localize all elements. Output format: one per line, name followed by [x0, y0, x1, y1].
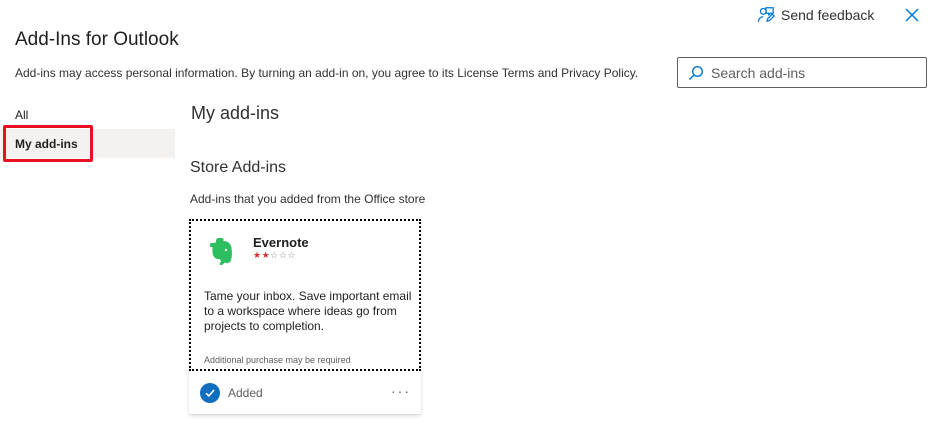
added-status-label: Added	[228, 385, 263, 400]
added-status-icon	[200, 382, 220, 403]
search-box[interactable]	[677, 57, 927, 88]
section-title: Store Add-ins	[190, 159, 287, 176]
addin-card-footer: Added ···	[189, 371, 421, 414]
sidebar-item-all[interactable]: All	[0, 100, 175, 129]
close-icon[interactable]	[903, 6, 921, 24]
addin-card-evernote[interactable]: Evernote ★★☆☆☆ Tame your inbox. Save imp…	[189, 219, 421, 414]
send-feedback-label: Send feedback	[781, 7, 875, 23]
sidebar-item-label: All	[15, 107, 29, 122]
addin-description: Tame your inbox. Save important email to…	[204, 289, 412, 333]
search-input[interactable]	[711, 64, 911, 81]
addin-name: Evernote	[253, 235, 309, 250]
rating-stars: ★★☆☆☆	[253, 250, 296, 260]
addin-card-body[interactable]: Evernote ★★☆☆☆ Tame your inbox. Save imp…	[189, 219, 421, 371]
star-filled-icon: ★	[261, 250, 271, 260]
feedback-person-icon	[757, 7, 775, 22]
section-description: Add-ins that you added from the Office s…	[190, 192, 426, 206]
sidebar-item-my-add-ins[interactable]: My add-ins	[0, 129, 175, 158]
addin-purchase-note: Additional purchase may be required	[204, 355, 351, 365]
star-empty-icon: ☆	[287, 250, 296, 260]
main-title: My add-ins	[191, 103, 280, 123]
star-filled-icon: ★	[253, 250, 262, 260]
sidebar-item-label: My add-ins	[15, 136, 78, 151]
sidebar-nav: All My add-ins	[0, 100, 175, 158]
page-subtitle: Add-ins may access personal information.…	[15, 66, 639, 80]
page-title: Add-Ins for Outlook	[15, 29, 179, 50]
evernote-elephant-icon	[210, 238, 232, 266]
send-feedback-button[interactable]: Send feedback	[757, 6, 874, 24]
checkmark-icon	[205, 388, 215, 397]
search-icon	[688, 65, 704, 80]
star-empty-icon: ☆	[270, 250, 279, 260]
more-options-button[interactable]: ···	[391, 383, 411, 399]
